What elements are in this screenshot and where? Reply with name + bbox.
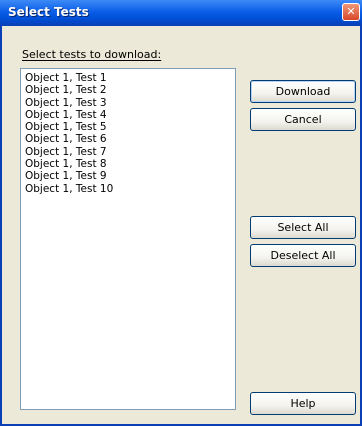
- list-item[interactable]: Object 1, Test 9: [25, 170, 231, 182]
- tests-listbox[interactable]: Object 1, Test 1 Object 1, Test 2 Object…: [20, 68, 236, 410]
- list-item[interactable]: Object 1, Test 8: [25, 158, 231, 170]
- select-all-button[interactable]: Select All: [250, 216, 356, 239]
- list-item[interactable]: Object 1, Test 3: [25, 97, 231, 109]
- list-item[interactable]: Object 1, Test 1: [25, 72, 231, 84]
- download-button[interactable]: Download: [250, 80, 356, 103]
- select-tests-label: Select tests to download:: [22, 48, 162, 61]
- title-bar[interactable]: Select Tests ✕: [0, 0, 362, 26]
- close-icon[interactable]: ✕: [342, 3, 360, 21]
- select-tests-dialog: Select Tests ✕ Select tests to download:…: [0, 0, 362, 426]
- list-item[interactable]: Object 1, Test 2: [25, 84, 231, 96]
- cancel-button[interactable]: Cancel: [250, 108, 356, 131]
- list-item[interactable]: Object 1, Test 6: [25, 133, 231, 145]
- help-button[interactable]: Help: [250, 392, 356, 415]
- list-item[interactable]: Object 1, Test 10: [25, 183, 231, 195]
- list-item[interactable]: Object 1, Test 5: [25, 121, 231, 133]
- window-title: Select Tests: [8, 5, 89, 19]
- list-item[interactable]: Object 1, Test 7: [25, 146, 231, 158]
- list-item[interactable]: Object 1, Test 4: [25, 109, 231, 121]
- deselect-all-button[interactable]: Deselect All: [250, 244, 356, 267]
